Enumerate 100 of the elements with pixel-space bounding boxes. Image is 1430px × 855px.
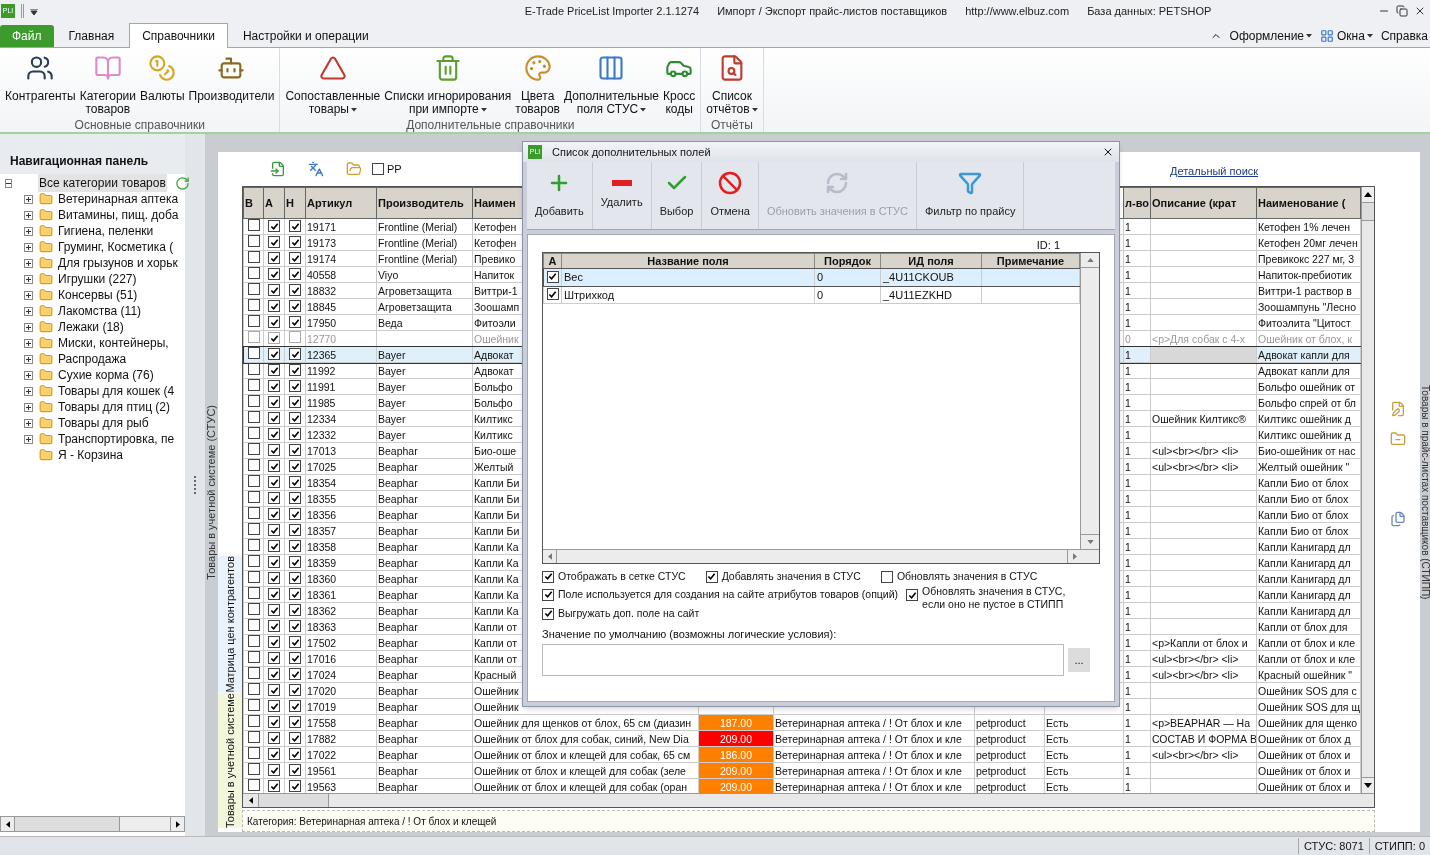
checkbox[interactable]	[289, 364, 301, 376]
checkbox[interactable]	[268, 652, 280, 664]
ribbon-button[interactable]: Дополнительные поля СТУС	[561, 52, 661, 116]
checkbox[interactable]	[247, 587, 260, 599]
browse-button[interactable]: ...	[1068, 648, 1090, 672]
expand-toggle[interactable]	[24, 210, 33, 220]
checkbox[interactable]	[268, 444, 280, 456]
checkbox[interactable]	[247, 443, 260, 455]
checkbox[interactable]	[268, 572, 280, 584]
expand-toggle[interactable]	[24, 274, 33, 284]
grid-row[interactable]: Вес 0 _4U11CKOUB	[543, 268, 1080, 286]
checkbox[interactable]	[247, 219, 260, 231]
checkbox[interactable]	[268, 556, 280, 568]
ribbon-button[interactable]: Цвета товаров	[513, 52, 562, 116]
checkbox[interactable]	[289, 252, 301, 264]
tree-item[interactable]: Товары для рыб	[58, 414, 149, 432]
checkbox[interactable]	[289, 764, 301, 776]
checkbox[interactable]	[289, 412, 301, 424]
checkbox[interactable]	[247, 555, 260, 567]
tree-item[interactable]: Гигиена, пеленки	[58, 222, 154, 240]
vertical-scrollbar[interactable]	[1361, 187, 1374, 793]
checkbox[interactable]	[268, 780, 280, 792]
checkbox[interactable]	[289, 236, 301, 248]
checkbox[interactable]	[268, 236, 280, 248]
checkbox[interactable]	[268, 396, 280, 408]
checkbox[interactable]	[268, 316, 280, 328]
checkbox[interactable]	[247, 267, 260, 279]
column-header[interactable]: В	[243, 187, 264, 219]
tree-item[interactable]: Сухие корма (76)	[58, 366, 154, 384]
checkbox[interactable]	[372, 163, 384, 175]
checkbox[interactable]	[268, 492, 280, 504]
side-tab[interactable]: Товары в учетной системе (СТУС)	[203, 404, 220, 580]
column-header[interactable]: ИД поля	[880, 253, 982, 269]
toolbar-button[interactable]: Добавить	[527, 162, 593, 229]
checkbox[interactable]	[268, 508, 280, 520]
checkbox[interactable]	[247, 459, 260, 471]
scroll-thumb[interactable]	[1362, 203, 1374, 221]
column-header[interactable]: Наименование (	[1256, 187, 1361, 219]
tree-item[interactable]: Я - Корзина	[58, 446, 124, 464]
ribbon-button[interactable]: Сопоставленные товары	[283, 52, 383, 116]
column-header[interactable]: Название поля	[561, 253, 815, 269]
checkbox[interactable]	[289, 331, 301, 343]
checkbox[interactable]	[289, 684, 301, 696]
checkbox[interactable]	[289, 460, 301, 472]
horizontal-scrollbar[interactable]	[543, 549, 1099, 563]
checkbox[interactable]	[247, 731, 260, 743]
expand-toggle[interactable]	[24, 322, 33, 332]
checkbox[interactable]	[268, 300, 280, 312]
toolbar-button[interactable]: Отмена	[702, 162, 759, 229]
checkbox[interactable]	[247, 635, 260, 647]
tree-item[interactable]: Миски, контейнеры,	[58, 334, 169, 352]
ribbon-button[interactable]: Контрагенты	[3, 52, 78, 103]
checkbox[interactable]	[542, 588, 554, 601]
checkbox[interactable]	[289, 748, 301, 760]
restore-icon[interactable]	[1396, 5, 1408, 17]
grid-row[interactable]: 17558 Beaphar Ошейник для щенков от блох, 65 см (диазин 187.00 Ветеринарная аптека / ! От блох и кле petproduct Есть 1 <p>BEAPHAR — На Ошейник для щенко	[243, 714, 1361, 731]
checkbox[interactable]	[289, 284, 301, 296]
checkbox[interactable]	[289, 268, 301, 280]
checkbox[interactable]	[247, 395, 260, 407]
checkbox[interactable]	[268, 284, 280, 296]
expand-toggle[interactable]	[24, 242, 33, 252]
checkbox[interactable]	[268, 636, 280, 648]
checkbox[interactable]	[247, 235, 260, 247]
ribbon-tab[interactable]: Настройки и операции	[227, 25, 384, 47]
documents-icon[interactable]	[1389, 511, 1406, 527]
checkbox[interactable]	[247, 603, 260, 615]
checkbox[interactable]	[289, 316, 301, 328]
checkbox[interactable]	[247, 715, 260, 727]
checkbox[interactable]	[289, 524, 301, 536]
vertical-scrollbar[interactable]	[1080, 253, 1099, 549]
tree-item[interactable]: Ветеринарная аптека	[58, 190, 179, 208]
expand-toggle[interactable]	[24, 386, 33, 396]
checkbox[interactable]	[268, 540, 280, 552]
checkbox[interactable]	[268, 604, 280, 616]
checkbox[interactable]	[247, 651, 260, 663]
checkbox[interactable]	[546, 270, 559, 283]
checkbox[interactable]	[289, 668, 301, 680]
checkbox[interactable]	[247, 251, 260, 263]
checkbox[interactable]	[247, 347, 260, 359]
tree-item[interactable]: Игрушки (227)	[58, 270, 137, 288]
grid-row[interactable]: 17882 Beaphar Ошейник от блох для собак, синий, New Dia 209.00 Ветеринарная аптека / ! От блох и кле petproduct Есть 1 СОСТАВ И ФОРМА ВОшейник от блох д	[243, 730, 1361, 747]
checkbox[interactable]	[247, 779, 260, 791]
checkbox[interactable]	[289, 300, 301, 312]
expand-toggle[interactable]	[24, 226, 33, 236]
checkbox[interactable]	[247, 491, 260, 503]
expand-toggle[interactable]	[24, 434, 33, 444]
expand-toggle[interactable]	[24, 258, 33, 268]
checkbox[interactable]	[289, 620, 301, 632]
toolbar-button[interactable]: Удалить	[592, 162, 652, 229]
checkbox[interactable]	[268, 524, 280, 536]
side-tab[interactable]: Товары в прайс-листах поставщиков (СТИПП)	[1417, 384, 1430, 600]
tree-item[interactable]: Витамины, пищ. доба	[58, 206, 179, 224]
column-header[interactable]: А	[543, 253, 562, 269]
checkbox[interactable]	[289, 556, 301, 568]
checkbox[interactable]	[289, 220, 301, 232]
ribbon-button[interactable]: Производители	[186, 52, 277, 103]
checkbox[interactable]	[268, 684, 280, 696]
expand-toggle[interactable]	[24, 338, 33, 348]
grid-row[interactable]: 19561 Beaphar Ошейник от блох и клещей для собак (зеле 209.00 Ветеринарная аптека / ! От блох и кле petproduct Есть 1 Ошейник от блох и	[243, 762, 1361, 779]
column-header[interactable]: л-во	[1123, 187, 1151, 219]
